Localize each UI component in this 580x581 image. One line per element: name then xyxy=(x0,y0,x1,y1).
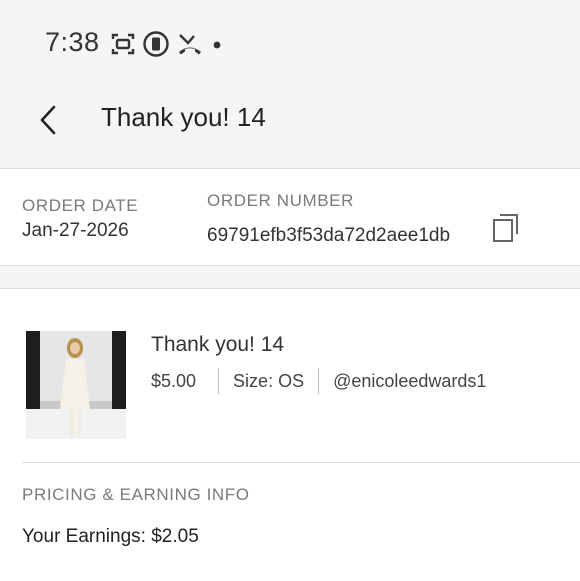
back-button[interactable] xyxy=(32,102,68,138)
meta-divider xyxy=(218,368,220,394)
seller-handle[interactable]: @enicoleedwards1 xyxy=(333,371,486,392)
product-photo xyxy=(26,331,126,439)
earnings-value: Your Earnings: $2.05 xyxy=(22,526,199,547)
status-bar: 7:38 xyxy=(0,0,580,84)
missed-call-icon xyxy=(176,31,204,57)
pricing-section-label: PRICING & EARNING INFO xyxy=(22,485,250,504)
copy-icon xyxy=(493,214,518,242)
sim-icon xyxy=(142,30,170,58)
product-title[interactable]: Thank you! 14 xyxy=(151,333,284,357)
order-number-label: ORDER NUMBER xyxy=(207,191,354,210)
product-price: $5.00 xyxy=(151,370,197,391)
product-image[interactable] xyxy=(26,331,126,439)
app-header: Thank you! 14 xyxy=(0,84,580,169)
status-time: 7:38 xyxy=(45,27,100,57)
screenshot-icon xyxy=(110,31,136,57)
product-meta: $5.00 Size: OS @enicoleedwards1 xyxy=(151,368,486,394)
order-date-label: ORDER DATE xyxy=(22,196,139,215)
copy-button[interactable] xyxy=(491,211,521,243)
separator xyxy=(22,462,580,463)
section-divider xyxy=(0,265,580,289)
page-title: Thank you! 14 xyxy=(101,102,266,132)
order-number-value: 69791efb3f53da72d2aee1db xyxy=(207,225,451,246)
product-size: Size: OS xyxy=(233,370,305,391)
notification-dot-icon xyxy=(210,37,224,51)
order-info: ORDER DATE Jan-27-2026 ORDER NUMBER 6979… xyxy=(0,169,580,265)
chevron-left-icon xyxy=(40,105,56,135)
status-icons xyxy=(110,30,224,58)
order-date-value: Jan-27-2026 xyxy=(22,220,129,241)
meta-divider xyxy=(318,368,320,394)
